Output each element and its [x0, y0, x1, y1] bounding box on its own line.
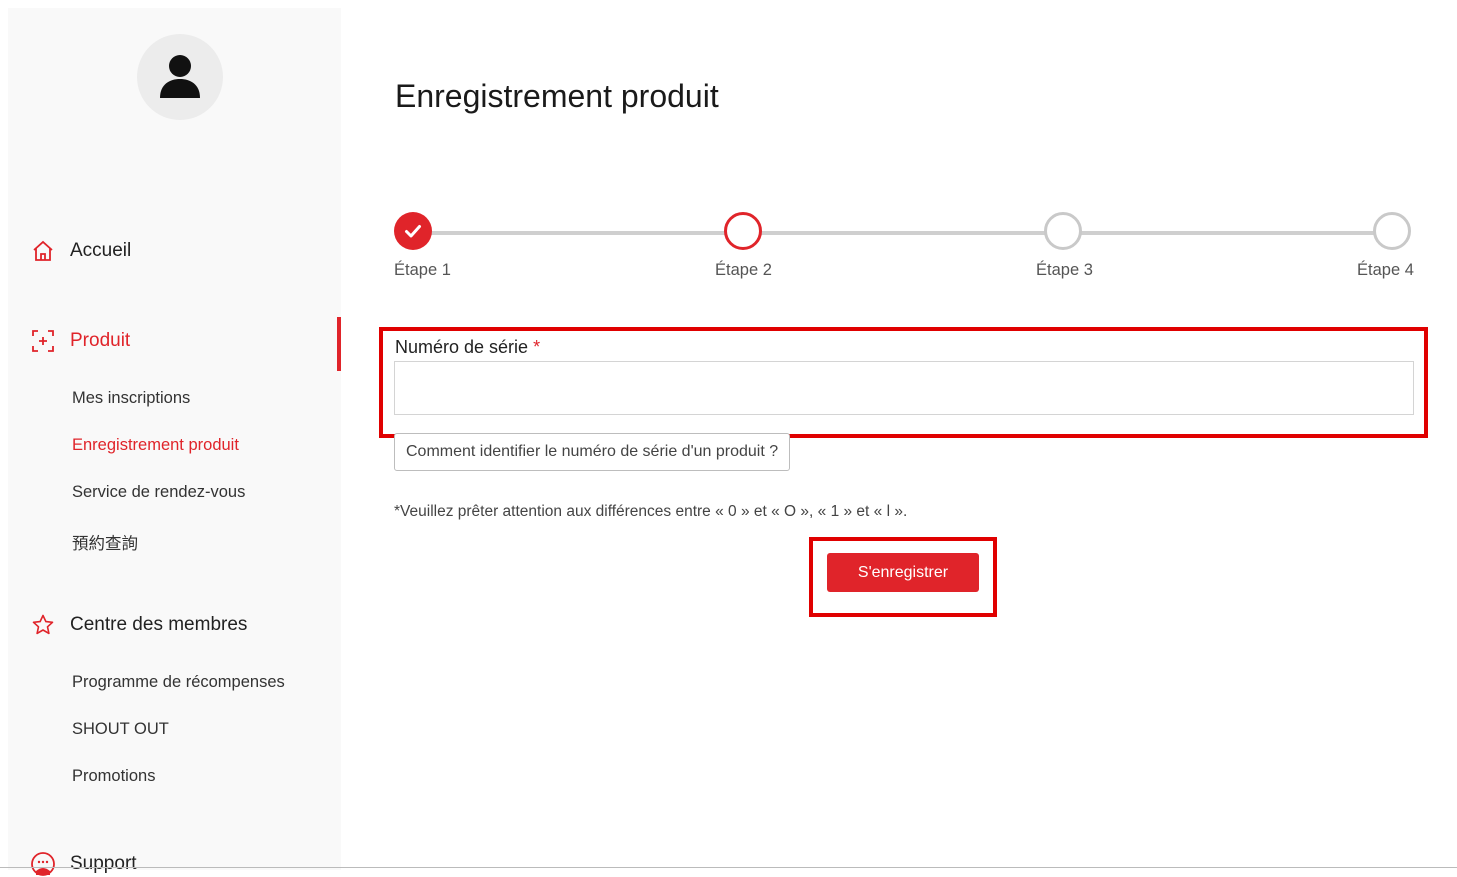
serial-number-input[interactable] [394, 361, 1414, 415]
page-title: Enregistrement produit [395, 78, 719, 114]
product-icon [30, 328, 56, 354]
sidebar-item-label: Accueil [70, 240, 132, 261]
sidebar-item-rewards[interactable]: Programme de récompenses [72, 673, 285, 692]
sidebar: Accueil Produit Mes inscriptions Enregis… [8, 8, 341, 876]
support-icon [30, 851, 56, 877]
step-4-indicator [1373, 212, 1411, 250]
active-indicator [337, 317, 341, 371]
step-1-indicator [394, 212, 432, 250]
sidebar-item-label: Support [70, 853, 137, 874]
stepper-track [415, 231, 1391, 235]
required-mark: * [533, 337, 541, 357]
sidebar-item-label: Centre des membres [70, 614, 248, 635]
user-icon [160, 55, 200, 98]
step-2-label: Étape 2 [715, 261, 772, 279]
sidebar-item-label: Produit [70, 330, 131, 351]
serial-help-button[interactable]: Comment identifier le numéro de série d'… [394, 433, 791, 471]
check-icon [405, 225, 421, 238]
divider [0, 867, 1457, 868]
sidebar-item-promotions[interactable]: Promotions [72, 767, 155, 786]
serial-number-label: Numéro de série * [395, 337, 540, 358]
register-button[interactable]: S'enregistrer [827, 553, 979, 592]
sidebar-item-product-registration[interactable]: Enregistrement produit [72, 436, 239, 455]
step-1-label: Étape 1 [394, 261, 451, 279]
step-3-indicator [1044, 212, 1082, 250]
sidebar-item-appointment-inquiry[interactable]: 預約查詢 [72, 530, 138, 554]
sidebar-item-support[interactable]: Support [30, 851, 137, 877]
serial-number-label-text: Numéro de série [395, 337, 529, 357]
sidebar-item-members[interactable]: Centre des membres [30, 612, 247, 638]
serial-note: *Veuillez prêter attention aux différenc… [394, 503, 908, 520]
home-icon [30, 238, 56, 264]
step-3-label: Étape 3 [1036, 261, 1093, 279]
star-icon [30, 612, 56, 638]
sidebar-item-appointment-service[interactable]: Service de rendez-vous [72, 483, 245, 502]
sidebar-item-shout-out[interactable]: SHOUT OUT [72, 720, 169, 739]
step-4-label: Étape 4 [1357, 261, 1414, 279]
step-2-indicator [724, 212, 762, 250]
sidebar-item-product[interactable]: Produit [30, 328, 130, 354]
sidebar-item-my-registrations[interactable]: Mes inscriptions [72, 389, 190, 408]
sidebar-item-home[interactable]: Accueil [30, 238, 131, 264]
avatar[interactable] [137, 34, 223, 120]
